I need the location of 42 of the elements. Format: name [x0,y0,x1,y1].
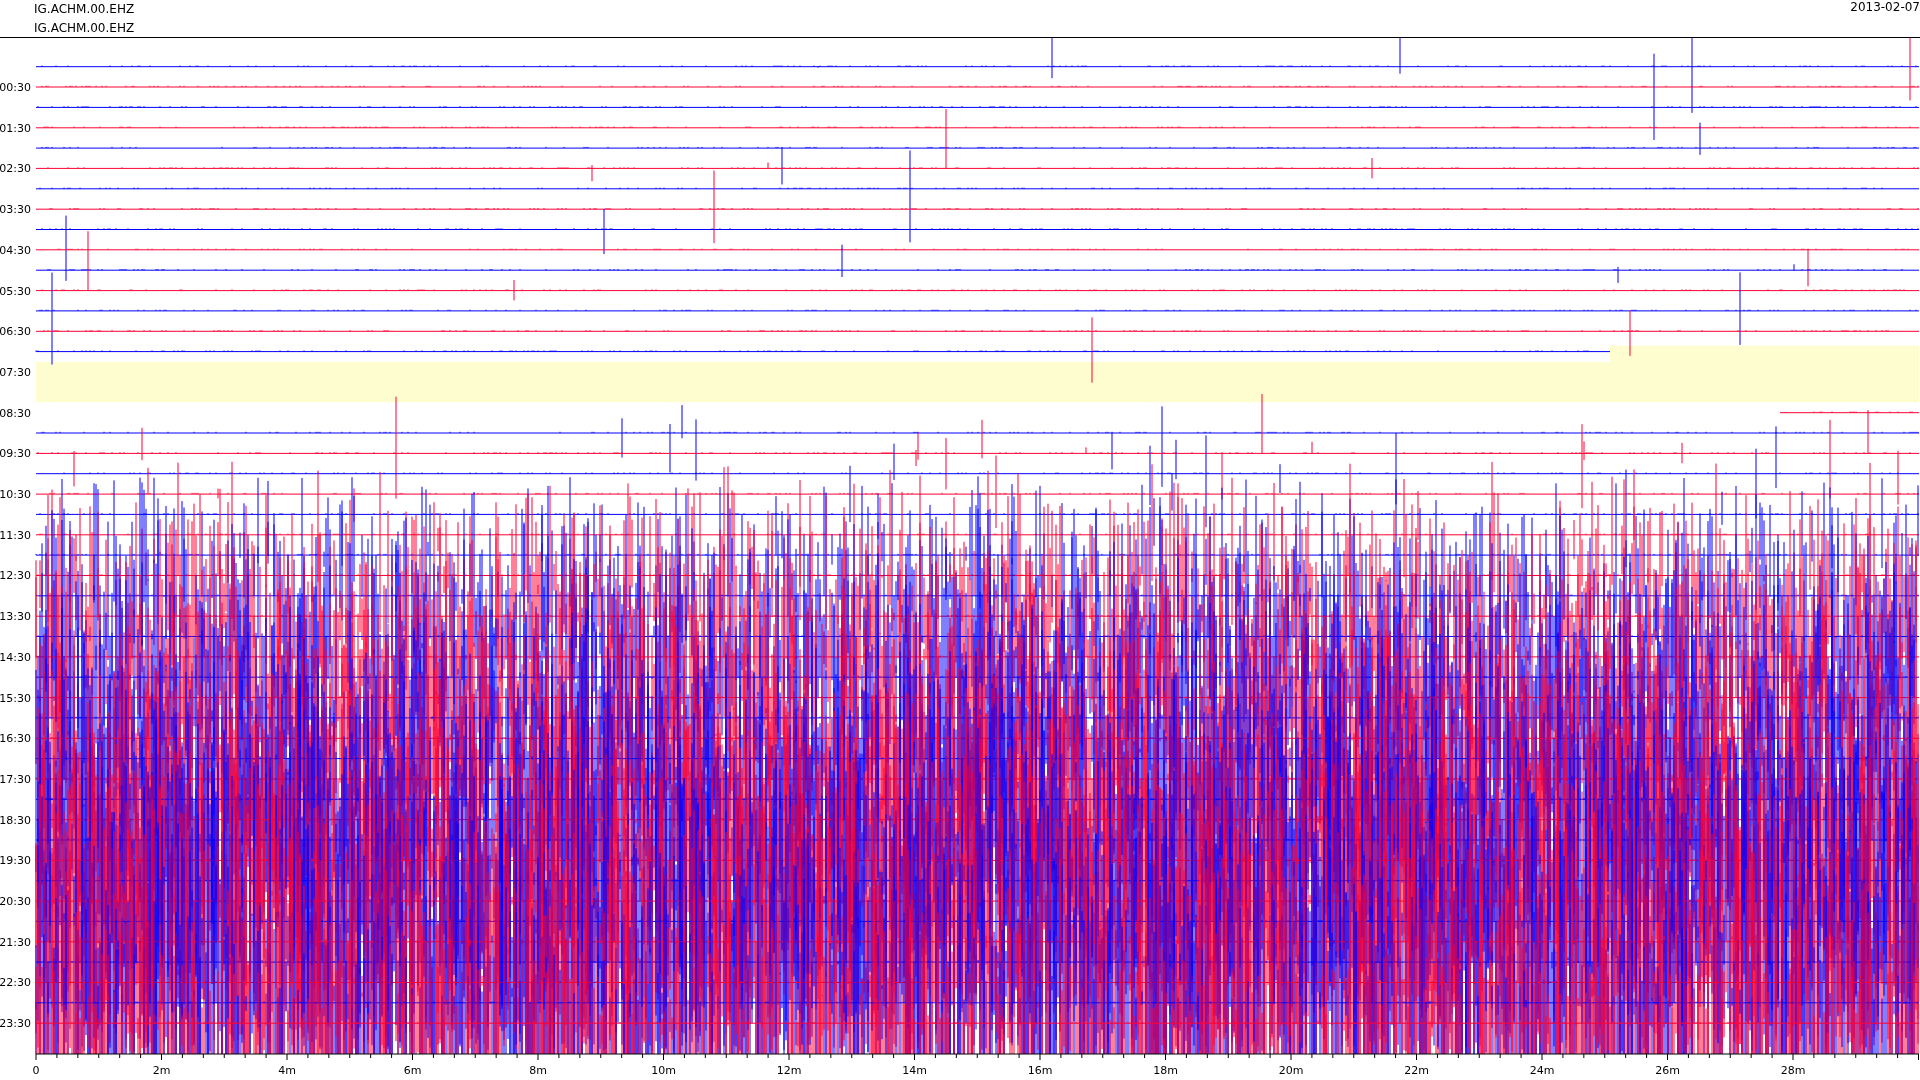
hour-label: 07:30 [0,365,31,379]
hour-label: 12:30 [0,569,31,583]
channel-label: IG.ACHM.00.EHZ [34,1,135,18]
hour-label: 05:30 [0,284,31,298]
hour-label: 10:30 [0,488,31,502]
hour-label: 17:30 [0,772,31,786]
hour-label: 06:30 [0,325,31,339]
minute-label: 14m [902,1064,927,1077]
minute-label: 24m [1529,1064,1555,1077]
date-label: 2013-02-07 [1850,0,1920,16]
minute-label: 2m [152,1064,171,1077]
minute-label: 26m [1655,1064,1680,1077]
hour-label: 22:30 [0,976,31,990]
minute-label: 0 [32,1064,40,1077]
hour-label: 08:30 [0,406,31,420]
minute-label: 18m [1153,1064,1178,1077]
minute-label: 16m [1027,1064,1053,1077]
hour-label: 18:30 [0,813,31,827]
minute-label: 6m [403,1064,422,1077]
hour-label: 01:30 [0,121,31,135]
hour-label: 11:30 [0,528,31,542]
minute-label: 12m [776,1064,802,1077]
hour-label: 16:30 [0,732,31,746]
hour-label: 20:30 [0,895,31,909]
minute-label: 22m [1404,1064,1429,1077]
hour-label: 14:30 [0,650,31,664]
hour-label: 04:30 [0,243,31,257]
minute-label: 8m [529,1064,547,1077]
minute-label: 28m [1780,1064,1806,1077]
hour-label: 23:30 [0,1017,31,1031]
minute-label: 20m [1278,1064,1304,1077]
hour-label: 19:30 [0,854,31,868]
minute-label: 4m [278,1064,296,1077]
hour-label: 21:30 [0,935,31,949]
hour-label: 13:30 [0,610,31,624]
hour-label: 00:30 [0,81,31,95]
channel-label: IG.ACHM.00.EHZ [34,20,135,37]
minute-label: 10m [651,1064,676,1077]
hour-label: 09:30 [0,447,31,461]
hour-label: 03:30 [0,203,31,217]
hour-label: 15:30 [0,691,31,705]
hour-label: 02:30 [0,162,31,176]
